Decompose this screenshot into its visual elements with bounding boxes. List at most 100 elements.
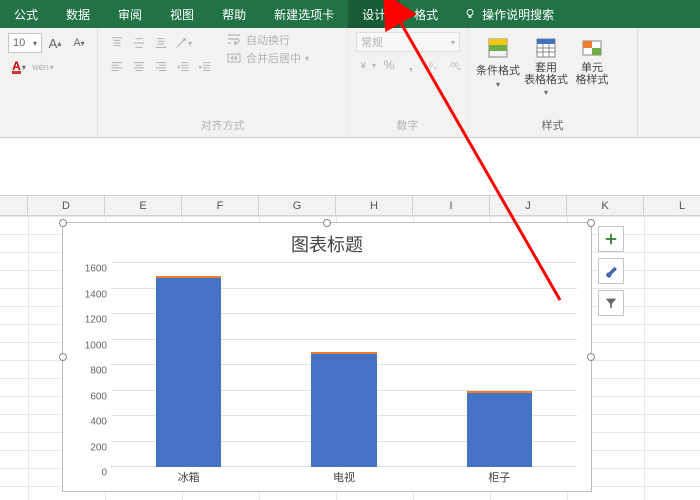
cell-styles-button[interactable]: 单元 格样式: [572, 32, 612, 86]
group-label-alignment: 对齐方式: [106, 117, 339, 135]
column-header-D[interactable]: D: [28, 196, 105, 215]
decrease-indent-icon[interactable]: [172, 56, 194, 78]
number-format-value: 常规: [361, 34, 383, 50]
merge-center-icon: [226, 50, 242, 66]
worksheet-grid[interactable]: 图表标题 02004006008001000120014001600 冰箱电视柜…: [0, 216, 700, 500]
chart-elements-button[interactable]: [598, 226, 624, 252]
chevron-down-icon: ▾: [33, 39, 37, 48]
chevron-down-icon: ▾: [496, 80, 500, 89]
ribbon-tab-帮助[interactable]: 帮助: [208, 0, 260, 28]
resize-handle[interactable]: [59, 219, 67, 227]
increase-font-icon[interactable]: A▴: [44, 32, 66, 54]
chart-title[interactable]: 图表标题: [63, 223, 591, 261]
percent-format-icon[interactable]: %: [378, 54, 400, 76]
resize-handle[interactable]: [323, 219, 331, 227]
font-size-combo[interactable]: 10 ▾: [8, 33, 42, 53]
y-axis: 02004006008001000120014001600: [71, 263, 107, 467]
align-top-icon[interactable]: [106, 32, 128, 54]
chart-bar[interactable]: [467, 391, 532, 468]
ribbon-tab-数据[interactable]: 数据: [52, 0, 104, 28]
y-tick-label: 1600: [71, 264, 107, 275]
align-left-icon[interactable]: [106, 56, 128, 78]
chart-bar[interactable]: [156, 276, 221, 467]
group-alignment: ▾ 自动换行 合并后居中 ▾: [98, 28, 348, 137]
column-header-E[interactable]: E: [105, 196, 182, 215]
y-gridline: [111, 262, 577, 263]
group-font: 10 ▾ A▴ A▾ A ▾ wén ▾: [0, 28, 98, 137]
select-all-corner[interactable]: [0, 196, 28, 215]
x-tick-label: 冰箱: [178, 469, 200, 485]
column-header-I[interactable]: I: [413, 196, 490, 215]
comma-format-icon[interactable]: ,: [400, 54, 422, 76]
cell-styles-icon: [580, 36, 604, 60]
column-header-K[interactable]: K: [567, 196, 644, 215]
ribbon-tab-公式[interactable]: 公式: [0, 0, 52, 28]
phonetic-guide-button: wén ▾: [32, 56, 54, 78]
column-header-J[interactable]: J: [490, 196, 567, 215]
column-header-F[interactable]: F: [182, 196, 259, 215]
y-tick-label: 800: [71, 366, 107, 377]
ribbon-tabs: 公式数据审阅视图帮助新建选项卡设计格式操作说明搜索: [0, 0, 700, 28]
decrease-font-icon[interactable]: A▾: [68, 32, 90, 54]
y-tick-label: 400: [71, 417, 107, 428]
column-header-H[interactable]: H: [336, 196, 413, 215]
group-label-number: 数字: [356, 117, 459, 135]
ribbon-tab-审阅[interactable]: 审阅: [104, 0, 156, 28]
chart-styles-button[interactable]: [598, 258, 624, 284]
y-tick-label: 1200: [71, 315, 107, 326]
chart-plot-area[interactable]: 02004006008001000120014001600 冰箱电视柜子: [111, 263, 577, 467]
group-label-styles: 样式: [476, 117, 629, 135]
y-tick-label: 1000: [71, 340, 107, 351]
align-right-icon[interactable]: [150, 56, 172, 78]
resize-handle[interactable]: [59, 353, 67, 361]
align-bottom-icon[interactable]: [150, 32, 172, 54]
y-tick-label: 1400: [71, 289, 107, 300]
column-headers: DEFGHIJKL: [0, 196, 700, 216]
chart-side-buttons: [598, 226, 624, 316]
chevron-down-icon: ▾: [544, 88, 548, 97]
group-styles: 条件格式 ▾ 套用 表格格式 ▾ 单元 格样式 样式: [468, 28, 638, 137]
svg-text:¥: ¥: [360, 61, 367, 72]
wrap-text-icon: [226, 32, 242, 48]
resize-handle[interactable]: [587, 219, 595, 227]
y-tick-label: 200: [71, 442, 107, 453]
accounting-format-icon[interactable]: ¥▾: [356, 54, 378, 76]
chart-filter-button[interactable]: [598, 290, 624, 316]
chart-object[interactable]: 图表标题 02004006008001000120014001600 冰箱电视柜…: [62, 222, 592, 492]
y-tick-label: 600: [71, 391, 107, 402]
conditional-format-button[interactable]: 条件格式 ▾: [476, 32, 520, 89]
column-header-L[interactable]: L: [644, 196, 700, 215]
ribbon-tab-格式[interactable]: 格式: [400, 0, 452, 28]
funnel-icon: [604, 296, 618, 310]
format-as-table-icon: [534, 36, 558, 60]
merge-center-label[interactable]: 合并后居中: [246, 50, 301, 66]
increase-indent-icon[interactable]: [194, 56, 216, 78]
x-tick-label: 电视: [333, 469, 355, 485]
increase-decimal-icon[interactable]: .0: [422, 54, 444, 76]
chevron-down-icon: ▾: [451, 38, 455, 47]
x-tick-label: 柜子: [488, 469, 510, 485]
font-color-button[interactable]: A ▾: [8, 56, 30, 78]
orientation-icon[interactable]: ▾: [172, 32, 194, 54]
ribbon-tab-新建选项卡[interactable]: 新建选项卡: [260, 0, 348, 28]
ribbon-tab-视图[interactable]: 视图: [156, 0, 208, 28]
plus-icon: [604, 232, 618, 246]
align-middle-icon[interactable]: [128, 32, 150, 54]
y-tick-label: 0: [71, 468, 107, 479]
ribbon-tab-设计[interactable]: 设计: [348, 0, 400, 28]
align-center-icon[interactable]: [128, 56, 150, 78]
resize-handle[interactable]: [587, 353, 595, 361]
chart-bar[interactable]: [311, 352, 376, 467]
tell-me-search[interactable]: 操作说明搜索: [452, 0, 566, 28]
conditional-format-icon: [486, 36, 510, 60]
font-size-value: 10: [13, 37, 25, 49]
format-as-table-button[interactable]: 套用 表格格式 ▾: [524, 32, 568, 97]
formula-bar-area: [0, 138, 700, 196]
wrap-text-label[interactable]: 自动换行: [246, 32, 290, 48]
decrease-decimal-icon[interactable]: .00: [444, 54, 466, 76]
number-format-combo[interactable]: 常规 ▾: [356, 32, 460, 52]
group-label-font: [8, 121, 89, 135]
column-header-G[interactable]: G: [259, 196, 336, 215]
brush-icon: [604, 264, 618, 278]
lightbulb-icon: [464, 8, 476, 20]
